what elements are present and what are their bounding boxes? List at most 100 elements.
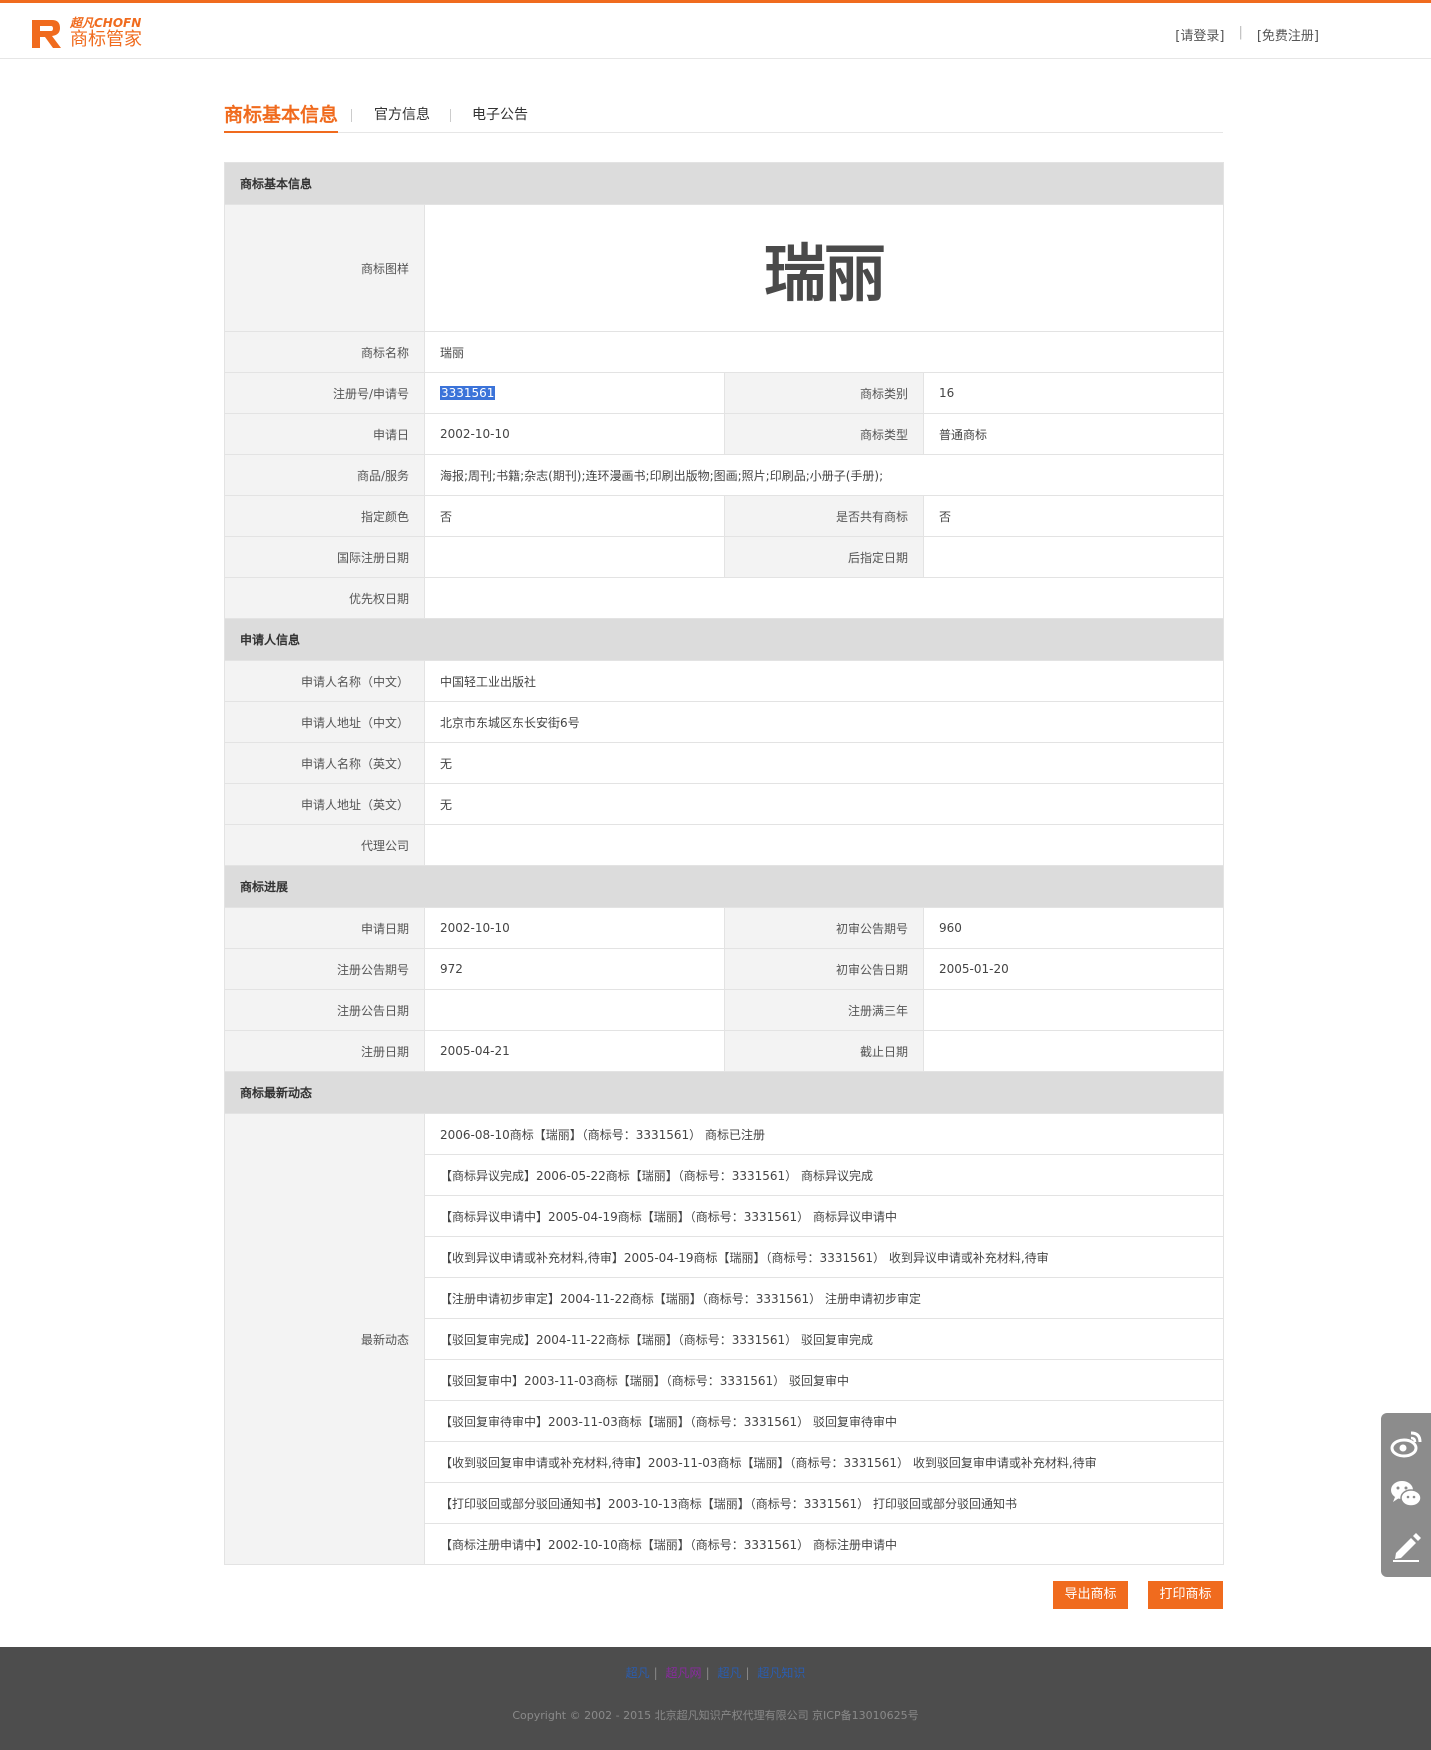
label-end-date: 截止日期	[724, 1030, 924, 1072]
tab-e-announcement[interactable]: 电子公告	[472, 104, 528, 124]
footer-link[interactable]: 超凡网	[666, 1666, 702, 1680]
value-later-date	[922, 536, 1225, 578]
footer-link[interactable]: 超凡	[626, 1666, 650, 1680]
label-news: 最新动态	[224, 1113, 425, 1565]
footer-link-divider: |	[745, 1666, 750, 1680]
site-footer: 超凡 | 超凡网 | 超凡 | 超凡知识 Copyright © 2002 - 201…	[0, 1647, 1431, 1750]
value-reg-no[interactable]: 3331561	[440, 386, 496, 400]
label-image: 商标图样	[224, 204, 425, 332]
news-item: 【商标异议申请中】2005-04-19商标【瑞丽】（商标号：3331561） 商…	[423, 1195, 1225, 1237]
value-reg-pub-date	[424, 989, 725, 1031]
value-type: 普通商标	[922, 413, 1225, 455]
trademark-image-text: 瑞丽	[764, 237, 886, 310]
label-reg-no: 注册号/申请号	[224, 372, 425, 414]
label-later-date: 后指定日期	[724, 536, 924, 578]
footer-link[interactable]: 超凡知识	[757, 1666, 805, 1680]
logo-small-text: 超凡CHOFN	[70, 16, 142, 30]
tab-basic-info[interactable]: 商标基本信息	[224, 100, 339, 133]
value-class: 16	[922, 372, 1225, 414]
tab-official-info[interactable]: 官方信息	[374, 104, 430, 124]
section-applicant: 申请人信息	[223, 618, 1225, 661]
login-link[interactable]: [请登录]	[1175, 25, 1224, 44]
news-item: 【打印驳回或部分驳回通知书】2003-10-13商标【瑞丽】（商标号：33315…	[423, 1482, 1225, 1524]
label-reg-date: 注册日期	[224, 1030, 425, 1072]
export-button[interactable]: 导出商标	[1053, 1581, 1128, 1609]
value-applicant-name-cn: 中国轻工业出版社	[423, 660, 1225, 702]
label-three-years: 注册满三年	[724, 989, 924, 1031]
news-item: 【驳回复审完成】2004-11-22商标【瑞丽】（商标号：3331561） 驳回…	[423, 1318, 1225, 1360]
label-progress-app-date: 申请日期	[224, 907, 425, 949]
label-reg-pub-date: 注册公告日期	[224, 989, 425, 1031]
footer-link[interactable]: 超凡	[717, 1666, 741, 1680]
value-app-date: 2002-10-10	[424, 413, 725, 455]
section-basic-info: 商标基本信息	[223, 162, 1225, 205]
value-intl-date	[424, 536, 725, 578]
logo-icon	[30, 16, 64, 50]
weibo-icon[interactable]	[1389, 1427, 1423, 1461]
value-applicant-name-en: 无	[423, 742, 1225, 784]
label-color: 指定颜色	[224, 495, 425, 537]
label-applicant-name-en: 申请人名称（英文）	[224, 742, 425, 784]
tab-divider	[450, 109, 451, 122]
label-priority-date: 优先权日期	[224, 577, 425, 619]
news-item: 【注册申请初步审定】2004-11-22商标【瑞丽】（商标号：3331561） …	[423, 1277, 1225, 1319]
trademark-image: 瑞丽	[423, 204, 1225, 332]
value-priority-date	[423, 577, 1225, 619]
action-buttons: 导出商标 打印商标	[1053, 1581, 1223, 1609]
value-three-years	[922, 989, 1225, 1031]
label-prelim-date: 初审公告日期	[724, 948, 924, 990]
print-button[interactable]: 打印商标	[1148, 1581, 1223, 1609]
auth-divider: |	[1238, 25, 1243, 40]
value-reg-pub-no: 972	[424, 948, 725, 990]
news-item: 【收到驳回复审申请或补充材料,待审】2003-11-03商标【瑞丽】（商标号：3…	[423, 1441, 1225, 1483]
edit-icon[interactable]	[1389, 1529, 1423, 1563]
label-applicant-addr-en: 申请人地址（英文）	[224, 783, 425, 825]
side-share-bar	[1381, 1413, 1431, 1577]
footer-link-divider: |	[705, 1666, 710, 1680]
value-end-date	[922, 1030, 1225, 1072]
label-prelim-no: 初审公告期号	[724, 907, 924, 949]
label-class: 商标类别	[724, 372, 924, 414]
footer-links: 超凡 | 超凡网 | 超凡 | 超凡知识	[0, 1664, 1431, 1681]
label-agent: 代理公司	[224, 824, 425, 866]
label-applicant-addr-cn: 申请人地址（中文）	[224, 701, 425, 743]
top-header: 超凡CHOFN 商标管家 [请登录] | [免费注册]	[0, 0, 1431, 59]
value-reg-no-cell: 3331561	[424, 372, 725, 414]
trademark-info-table: 商标基本信息 商标图样 瑞丽 商标名称 瑞丽 注册号/申请号 3331561 商…	[223, 162, 1225, 1565]
value-prelim-date: 2005-01-20	[922, 948, 1225, 990]
value-applicant-addr-en: 无	[423, 783, 1225, 825]
detail-tabs: 商标基本信息 官方信息 电子公告	[224, 100, 1223, 133]
label-reg-pub-no: 注册公告期号	[224, 948, 425, 990]
wechat-icon[interactable]	[1389, 1477, 1423, 1511]
news-item: 【驳回复审待审中】2003-11-03商标【瑞丽】（商标号：3331561） 驳…	[423, 1400, 1225, 1442]
label-name: 商标名称	[224, 331, 425, 373]
label-type: 商标类型	[724, 413, 924, 455]
label-applicant-name-cn: 申请人名称（中文）	[224, 660, 425, 702]
tab-divider	[351, 109, 352, 122]
value-reg-date: 2005-04-21	[424, 1030, 725, 1072]
news-item: 2006-08-10商标【瑞丽】（商标号：3331561） 商标已注册	[423, 1113, 1225, 1155]
footer-link-divider: |	[653, 1666, 658, 1680]
news-item: 【收到异议申请或补充材料,待审】2005-04-19商标【瑞丽】（商标号：333…	[423, 1236, 1225, 1278]
news-item: 【商标注册申请中】2002-10-10商标【瑞丽】（商标号：3331561） 商…	[423, 1523, 1225, 1565]
value-name: 瑞丽	[423, 331, 1225, 373]
value-agent	[423, 824, 1225, 866]
copyright-text: Copyright © 2002 - 2015 北京超凡知识产权代理有限公司 京…	[512, 1709, 919, 1722]
logo-main-text: 商标管家	[70, 29, 142, 50]
register-link[interactable]: [免费注册]	[1257, 25, 1319, 44]
news-item: 【商标异议完成】2006-05-22商标【瑞丽】（商标号：3331561） 商标…	[423, 1154, 1225, 1196]
label-goods: 商品/服务	[224, 454, 425, 496]
value-progress-app-date: 2002-10-10	[424, 907, 725, 949]
site-logo[interactable]: 超凡CHOFN 商标管家	[30, 15, 142, 51]
value-shared: 否	[922, 495, 1225, 537]
auth-links: [请登录] | [免费注册]	[1175, 25, 1319, 44]
value-prelim-no: 960	[922, 907, 1225, 949]
label-shared: 是否共有商标	[724, 495, 924, 537]
value-applicant-addr-cn: 北京市东城区东长安街6号	[423, 701, 1225, 743]
label-intl-date: 国际注册日期	[224, 536, 425, 578]
label-app-date: 申请日	[224, 413, 425, 455]
value-goods: 海报;周刊;书籍;杂志(期刊);连环漫画书;印刷出版物;图画;照片;印刷品;小册…	[423, 454, 1225, 496]
news-item: 【驳回复审中】2003-11-03商标【瑞丽】（商标号：3331561） 驳回复…	[423, 1359, 1225, 1401]
value-color: 否	[424, 495, 725, 537]
section-progress: 商标进展	[223, 865, 1225, 908]
